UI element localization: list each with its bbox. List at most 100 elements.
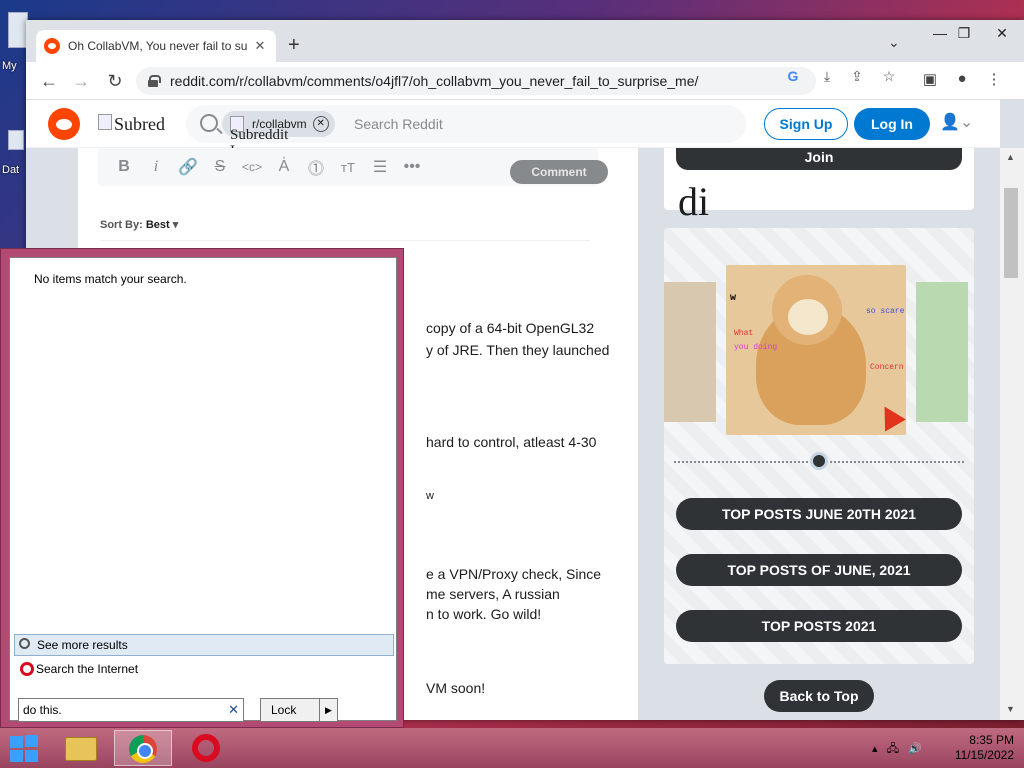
chip-remove-icon[interactable]: ✕: [312, 116, 329, 132]
comment-text-line: y of JRE. Then they launched: [426, 342, 610, 358]
install-icon[interactable]: ⤓: [816, 68, 838, 85]
browser-toolbar: ← → ↻ reddit.com/r/collabvm/comments/o4j…: [26, 62, 1024, 100]
forward-button[interactable]: →: [70, 70, 92, 92]
windows-logo-pane: [25, 750, 38, 762]
address-bar[interactable]: reddit.com/r/collabvm/comments/o4jfl7/oh…: [136, 67, 816, 95]
magnifier-icon: [19, 638, 30, 649]
start-button[interactable]: [8, 734, 40, 762]
doge-meme-image[interactable]: w What you doing so scare Concern: [726, 265, 906, 435]
scroll-thumb[interactable]: [1004, 188, 1018, 278]
comment-text-line: hard to control, atleast 4-30: [426, 434, 597, 450]
see-more-results-link[interactable]: See more results: [14, 634, 394, 656]
superscript-icon[interactable]: A̍: [268, 158, 300, 176]
reddit-logo-icon[interactable]: [48, 108, 80, 140]
opera-icon: [20, 662, 34, 676]
clock-time: 8:35 PM: [969, 733, 1014, 747]
power-options-arrow-icon[interactable]: ▶: [320, 698, 338, 722]
tab-close-icon[interactable]: ✕: [252, 38, 268, 54]
user-menu-icon[interactable]: 👤⌄: [940, 112, 973, 132]
meme-text: Concern: [870, 363, 904, 372]
carousel-prev-image[interactable]: [664, 282, 716, 422]
red-arrow-icon: [874, 400, 906, 432]
search-placeholder[interactable]: Search Reddit: [354, 116, 443, 132]
back-to-top-button[interactable]: Back to Top: [764, 680, 874, 712]
meme-text: you doing: [734, 343, 778, 352]
bookmark-star-icon[interactable]: ☆: [878, 68, 900, 85]
inline-code-icon[interactable]: <c>: [236, 160, 268, 174]
computer-icon[interactable]: [8, 12, 28, 48]
back-button[interactable]: ←: [38, 70, 60, 92]
reddit-search-bar[interactable]: r/collabvm ✕ Subreddit Icon Search Reddi…: [186, 105, 746, 159]
clear-search-icon[interactable]: ✕: [228, 699, 239, 721]
chrome-icon: [129, 735, 157, 763]
caret-down-icon: ▾: [172, 219, 179, 231]
scroll-up-icon[interactable]: ▲: [1006, 152, 1015, 162]
broken-image-icon: [98, 114, 112, 130]
tab-active[interactable]: Oh CollabVM, You never fail to su ✕: [36, 30, 276, 62]
taskbar-chrome[interactable]: [114, 730, 172, 766]
top-posts-2021-button[interactable]: TOP POSTS 2021: [676, 610, 962, 642]
system-tray[interactable]: ▴ 🖧 🔊: [872, 740, 922, 759]
search-internet-link[interactable]: Search the Internet: [14, 658, 394, 680]
share-icon[interactable]: ⇪: [846, 68, 868, 85]
carousel-slider-handle[interactable]: [810, 452, 828, 470]
profile-icon[interactable]: ●: [950, 70, 974, 92]
scroll-down-icon[interactable]: ▼: [1006, 704, 1015, 714]
desktop-icon-label[interactable]: My: [2, 60, 17, 72]
reddit-favicon-icon: [44, 38, 60, 54]
image-carousel-widget: w What you doing so scare Concern TOP PO…: [664, 228, 974, 664]
google-icon[interactable]: G: [782, 68, 804, 84]
close-window-button[interactable]: ✕: [982, 22, 1022, 46]
taskbar-explorer[interactable]: [52, 730, 110, 766]
more-options-icon[interactable]: •••: [396, 158, 428, 176]
strikethrough-icon[interactable]: S: [204, 158, 236, 176]
reload-button[interactable]: ↻: [104, 70, 126, 92]
comment-editor-toolbar: B i 🔗 S <c> A̍ ⓵ тT ☰ ••• Comment: [98, 148, 608, 186]
log-in-button[interactable]: Log In: [854, 108, 930, 140]
italic-icon[interactable]: i: [140, 158, 172, 176]
folder-icon: [65, 737, 97, 761]
lock-button[interactable]: Lock: [260, 698, 320, 722]
menu-kebab-icon[interactable]: ⋮: [982, 70, 1006, 92]
taskbar-opera[interactable]: [176, 730, 234, 766]
top-posts-of-june-button[interactable]: TOP POSTS OF JUNE, 2021: [676, 554, 962, 586]
windows-logo-pane: [10, 750, 23, 762]
sort-by-dropdown[interactable]: Sort By: Best ▾: [100, 218, 178, 231]
windows-logo-pane: [25, 735, 38, 747]
clock[interactable]: 8:35 PM 11/15/2022: [946, 733, 1014, 763]
comment-text-line: me servers, A russian: [426, 586, 560, 602]
carousel-next-image[interactable]: [916, 282, 968, 422]
tab-strip: Oh CollabVM, You never fail to su ✕ + ⌄ …: [26, 20, 1024, 62]
url-text: reddit.com/r/collabvm/comments/o4jfl7/oh…: [170, 73, 699, 89]
lock-icon[interactable]: [148, 75, 161, 87]
data-folder-icon[interactable]: [8, 130, 24, 150]
sign-up-button[interactable]: Sign Up: [764, 108, 848, 140]
no-results-message: No items match your search.: [34, 272, 187, 286]
bulleted-list-icon[interactable]: ☰: [364, 157, 396, 177]
link-icon[interactable]: 🔗: [172, 157, 204, 177]
maximize-button[interactable]: ❐: [944, 22, 984, 46]
start-menu: No items match your search. See more res…: [0, 248, 404, 728]
comment-text-line: w: [426, 490, 434, 502]
start-search-input[interactable]: do this. ✕: [18, 698, 244, 722]
comment-text-line: e a VPN/Proxy check, Since: [426, 566, 602, 582]
spoiler-icon[interactable]: ⓵: [300, 155, 332, 179]
windows-logo-icon: [10, 736, 23, 748]
bold-icon[interactable]: B: [108, 158, 140, 176]
comment-text-line: n to work. Go wild!: [426, 606, 542, 622]
desktop-icon-label[interactable]: Dat: [2, 164, 19, 176]
join-button[interactable]: Join: [676, 148, 962, 170]
taskbar: ▴ 🖧 🔊 8:35 PM 11/15/2022: [0, 728, 1024, 768]
side-panel-icon[interactable]: ▣: [918, 70, 942, 92]
new-tab-button[interactable]: +: [288, 34, 300, 57]
top-posts-june-20th-button[interactable]: TOP POSTS JUNE 20TH 2021: [676, 498, 962, 530]
tab-search-chevron-icon[interactable]: ⌄: [888, 34, 900, 51]
doge-face: [788, 299, 828, 335]
broken-alt-text: di: [678, 179, 710, 224]
subreddit-icon-broken[interactable]: Subred: [98, 114, 165, 135]
page-scrollbar[interactable]: ▲ ▼: [1000, 148, 1024, 720]
heading-icon[interactable]: тT: [332, 160, 364, 175]
start-search-results: No items match your search. See more res…: [9, 257, 397, 722]
comment-button[interactable]: Comment: [510, 160, 608, 184]
sidebar: Join di w What you doing so scare Concer…: [664, 148, 984, 720]
